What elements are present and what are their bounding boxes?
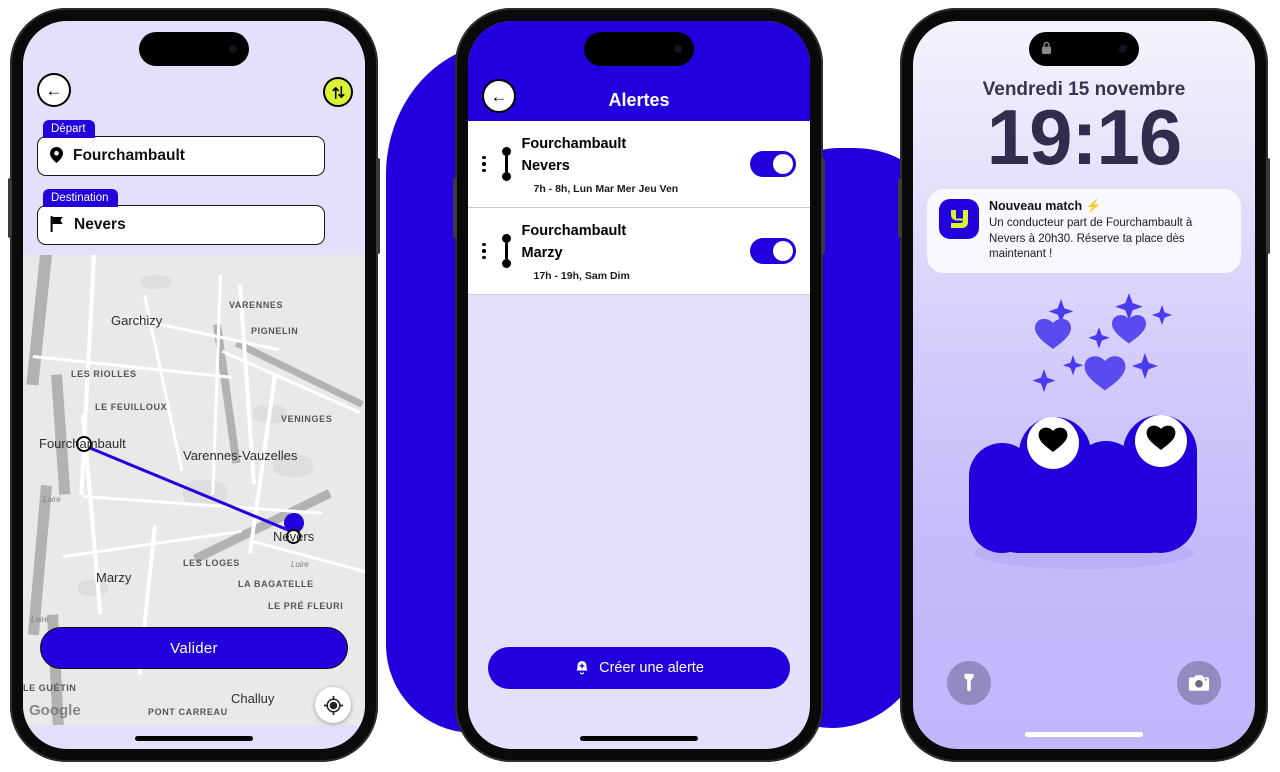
road <box>211 275 222 495</box>
create-alert-label: Créer une alerte <box>599 660 704 676</box>
swap-vertical-icon <box>331 85 345 99</box>
road <box>238 284 256 485</box>
alert-toggle[interactable] <box>750 237 796 264</box>
locate-me-button[interactable] <box>315 687 351 723</box>
destination-marker <box>279 508 309 544</box>
notification-body: Un conducteur part de Fourchambault à Ne… <box>989 216 1193 261</box>
map-label: PIGNELIN <box>251 326 299 336</box>
route-timeline-icon <box>500 233 514 268</box>
flashlight-icon <box>964 673 974 692</box>
destination-value: Nevers <box>74 216 126 233</box>
alert-origin: Fourchambault <box>521 222 627 239</box>
map-label: LE PRÉ FLEURI <box>268 601 344 611</box>
alert-origin: Fourchambault <box>521 136 627 152</box>
departure-label: Départ <box>43 120 95 138</box>
flashlight-button[interactable] <box>947 661 991 705</box>
validate-button[interactable]: Valider <box>40 627 348 669</box>
river-segment <box>234 340 364 408</box>
front-camera-icon <box>229 45 237 53</box>
route-timeline-icon <box>500 146 514 181</box>
alert-schedule: 17h - 19h, Sam Dim <box>533 269 630 282</box>
road <box>122 315 280 352</box>
alert-schedule: 7h - 8h, Lun Mar Mer Jeu Ven <box>533 182 679 195</box>
dynamic-island <box>1029 32 1139 66</box>
road <box>32 355 232 379</box>
destination-field-group: Destination Nevers <box>37 186 351 245</box>
map-label: LES LOGES <box>183 558 240 568</box>
river-segment <box>26 255 53 386</box>
phone1-screen: ← Départ Fourchambault Destination Never… <box>23 21 365 749</box>
crosshair-icon <box>323 695 343 715</box>
dynamic-island <box>139 32 249 66</box>
map-label: VENINGES <box>281 414 333 424</box>
camera-button[interactable] <box>1177 661 1221 705</box>
origin-marker <box>76 436 92 452</box>
mascot-illustration <box>913 291 1255 591</box>
map-label: LES RIOLLES <box>71 369 137 379</box>
map-label: VARENNES <box>229 300 284 310</box>
flag-icon <box>50 215 64 235</box>
phone-mockup-alerts: ← Alertes Fourchambault Nevers 7h - 8h, Lu… <box>453 8 825 762</box>
home-indicator <box>135 736 253 741</box>
map-attribution: Google <box>29 702 81 719</box>
camera-icon <box>1188 675 1210 691</box>
destination-input[interactable]: Nevers <box>37 205 325 245</box>
bell-plus-icon <box>576 660 588 674</box>
alerts-list: Fourchambault Nevers 7h - 8h, Lun Mar Mer … <box>468 121 810 295</box>
river-segment <box>51 374 71 495</box>
phone-mockup-lockscreen: Vendredi 15 novembre 19:16 Nouveau match… <box>898 8 1270 762</box>
home-indicator <box>580 736 698 741</box>
map-label: LA BAGATELLE <box>238 579 314 589</box>
phone-mockup-search: ← Départ Fourchambault Destination Never… <box>8 8 380 762</box>
pin-icon <box>50 146 63 166</box>
phone2-screen: ← Alertes Fourchambault Nevers 7h - 8h, Lu… <box>468 21 810 749</box>
alert-row[interactable]: Fourchambault Nevers 7h - 8h, Lun Mar Mer … <box>468 121 810 208</box>
swap-locations-button[interactable] <box>323 77 353 107</box>
heart-group <box>1035 315 1146 391</box>
app-logo-icon <box>939 198 979 239</box>
river-segment <box>27 485 52 636</box>
dynamic-island <box>584 32 694 66</box>
alert-destination: Marzy <box>521 245 563 262</box>
map-label: LE FEUILLOUX <box>95 402 168 412</box>
map-patch <box>273 455 313 477</box>
phone3-screen: Vendredi 15 novembre 19:16 Nouveau match… <box>913 21 1255 749</box>
alert-toggle[interactable] <box>750 150 796 177</box>
front-camera-icon <box>674 45 682 53</box>
notification-card[interactable]: Nouveau match ⚡ Un conducteur part de Fo… <box>927 188 1241 274</box>
lockscreen-time: 19:16 <box>986 93 1183 181</box>
map-patch <box>78 580 108 596</box>
home-indicator <box>1025 732 1143 737</box>
departure-value: Fourchambault <box>73 147 185 164</box>
create-alert-button[interactable]: Créer une alerte <box>488 647 790 689</box>
page-title: Alertes <box>608 90 670 110</box>
alert-body: Fourchambault Marzy 17h - 19h, Sam Dim <box>522 220 743 282</box>
back-button[interactable]: ← <box>37 73 71 107</box>
road <box>252 540 365 574</box>
alert-body: Fourchambault Nevers 7h - 8h, Lun Mar Mer … <box>522 133 743 195</box>
destination-label: Destination <box>43 189 118 207</box>
kebab-menu-icon[interactable] <box>476 239 492 264</box>
lockscreen-quick-actions <box>913 661 1255 705</box>
map-label: Loire <box>291 560 309 569</box>
alert-destination: Nevers <box>521 158 570 175</box>
alert-row[interactable]: Fourchambault Marzy 17h - 19h, Sam Dim <box>468 207 810 295</box>
departure-input[interactable]: Fourchambault <box>37 136 325 176</box>
map-label: PONT CARREAU <box>148 707 228 717</box>
back-button[interactable]: ← <box>482 79 516 113</box>
front-camera-icon <box>1119 45 1127 53</box>
map-patch <box>141 275 171 289</box>
departure-field-group: Départ Fourchambault <box>37 117 351 176</box>
kebab-menu-icon[interactable] <box>476 152 492 177</box>
map-label: Challuy <box>231 691 275 706</box>
notification-text: Nouveau match ⚡ Un conducteur part de Fo… <box>989 199 1229 264</box>
lock-icon <box>1041 41 1052 57</box>
screenshot-stage: ← Départ Fourchambault Destination Never… <box>0 0 1280 772</box>
notification-title: Nouveau match ⚡ <box>989 198 1102 213</box>
